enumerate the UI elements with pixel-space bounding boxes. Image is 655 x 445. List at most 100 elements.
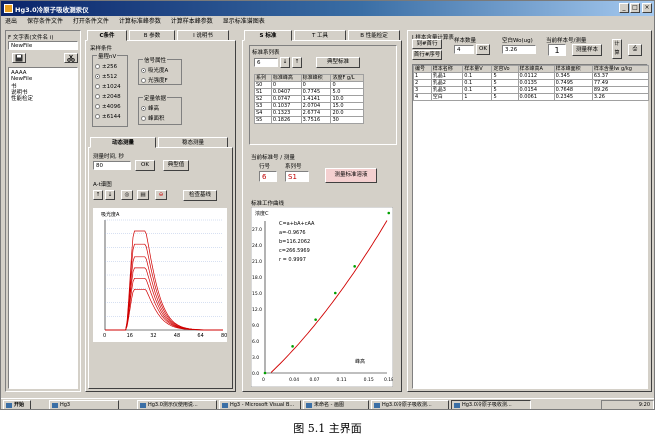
row-number-input[interactable]: 6 — [259, 171, 277, 182]
menu-calc-standard[interactable]: 计算标准峰参数 — [119, 18, 161, 25]
table-cell[interactable]: S5 — [254, 116, 272, 124]
table-cell[interactable]: 0.0407 — [270, 88, 302, 96]
range-option[interactable]: ±1024 — [95, 84, 121, 90]
range-option[interactable]: ±256 — [95, 64, 117, 70]
quant-option[interactable]: 峰高 — [141, 104, 159, 112]
table-cell[interactable]: 0.1 — [462, 86, 493, 94]
first-row-number-button[interactable]: 首行#序号 — [412, 50, 442, 60]
table-cell[interactable]: 30 — [330, 116, 364, 124]
taskbar-item[interactable]: 未命名 - 画图 — [303, 400, 369, 409]
menu-show-standard-chart[interactable]: 显示标准谱图表 — [223, 18, 265, 25]
taskbar-item[interactable]: Hg3 - Microsoft Visual B... — [219, 400, 301, 409]
taskbar-item[interactable]: Hg3.0冷原子吸收测... — [371, 400, 449, 409]
table-cell[interactable]: 乳晶2 — [430, 79, 464, 87]
print-button[interactable]: ⎙ — [628, 44, 642, 56]
table-cell[interactable]: 0.345 — [553, 72, 593, 80]
cut-file-button[interactable] — [64, 53, 78, 63]
table-row[interactable]: 2 乳晶2 0.1 5 0.0135 0.7495 77.49 — [413, 79, 650, 87]
table-cell[interactable]: 5.0 — [330, 88, 364, 96]
table-cell[interactable]: 63.37 — [591, 72, 650, 80]
table-cell[interactable]: S3 — [254, 102, 272, 110]
table-cell[interactable]: 5 — [491, 79, 519, 87]
blank-input[interactable]: 3.26 — [502, 45, 536, 54]
sample-count-input[interactable]: 4 — [454, 45, 474, 54]
table-cell[interactable]: 2.6774 — [300, 109, 332, 117]
table-cell[interactable]: 乳晶3 — [430, 86, 464, 94]
taskbar-item-active[interactable]: Hg3.0冷原子吸收测... — [451, 400, 531, 409]
target-button[interactable]: ◎ — [121, 190, 133, 200]
table-cell[interactable]: 0.0747 — [270, 95, 302, 103]
table-row[interactable]: S0 0 0 0 — [254, 81, 364, 89]
table-cell[interactable]: 0.0061 — [517, 93, 555, 101]
time-typical-button[interactable]: 典型值 — [163, 160, 189, 171]
table-cell[interactable]: 0 — [270, 81, 302, 89]
sample-count-ok-button[interactable]: OK — [476, 44, 490, 55]
table-cell[interactable]: 0.7648 — [553, 86, 593, 94]
series-number-input[interactable]: S1 — [285, 171, 309, 182]
table-cell[interactable]: 乳晶1 — [430, 72, 464, 80]
save-file-button[interactable] — [12, 53, 26, 63]
close-button[interactable]: × — [642, 3, 652, 13]
table-cell[interactable]: 89.26 — [591, 86, 650, 94]
tab-conditions[interactable]: C条件 — [87, 30, 127, 41]
count-up-button[interactable]: ↑ — [292, 57, 302, 68]
signal-option[interactable]: 光强度F — [141, 76, 168, 84]
table-cell[interactable]: 20.0 — [330, 109, 364, 117]
range-option[interactable]: ±2048 — [95, 94, 121, 100]
to-first-row-button[interactable]: 到#首行 — [412, 39, 442, 49]
table-cell[interactable]: 77.49 — [591, 79, 650, 87]
start-button[interactable]: 开始 — [3, 400, 31, 409]
taskbar-item[interactable]: Hg3 — [49, 400, 119, 409]
stop-button[interactable]: ⊖ — [155, 190, 167, 200]
table-row[interactable]: 1 乳晶1 0.1 5 0.0112 0.345 63.37 — [413, 72, 650, 80]
table-cell[interactable]: 1 — [462, 93, 493, 101]
check-baseline-button[interactable]: 检查基线 — [183, 190, 217, 201]
file-name-input[interactable]: NewFile — [8, 41, 78, 50]
table-cell[interactable]: S1 — [254, 88, 272, 96]
title-bar[interactable]: Hg3.0冷原子吸收测汞仪 _ □ × — [1, 1, 654, 16]
table-cell[interactable]: 0 — [330, 81, 364, 89]
signal-option[interactable]: 吸光度A — [141, 66, 168, 74]
measure-sample-button[interactable]: 测量样本 — [572, 44, 602, 56]
quant-option[interactable]: 峰面积 — [141, 114, 165, 122]
range-option[interactable]: ±512 — [95, 74, 117, 80]
typical-standard-button[interactable]: 典型标准 — [316, 57, 360, 68]
menu-open-condition[interactable]: 打开条件文件 — [73, 18, 109, 25]
minimize-button[interactable]: _ — [619, 3, 629, 13]
time-ok-button[interactable]: OK — [135, 160, 155, 171]
standard-count-input[interactable]: 6 — [254, 58, 278, 67]
table-row[interactable]: S1 0.0407 0.7745 5.0 — [254, 88, 364, 96]
taskbar-item[interactable]: Hg3.0测示仪使用说... — [137, 400, 217, 409]
menu-exit[interactable]: 退出 — [5, 18, 17, 25]
table-cell[interactable]: 3.26 — [591, 93, 650, 101]
tab-standard[interactable]: S 标准 — [244, 30, 292, 41]
down-arrow-button[interactable]: ↓ — [105, 190, 115, 200]
table-cell[interactable]: 5 — [491, 86, 519, 94]
table-cell[interactable]: 0.1037 — [270, 102, 302, 110]
menu-calc-sample[interactable]: 计算样本峰参数 — [171, 18, 213, 25]
table-row[interactable]: S5 0.1826 3.7516 30 — [254, 116, 364, 124]
table-cell[interactable]: 0.0135 — [517, 79, 555, 87]
table-cell[interactable]: 3.7516 — [300, 116, 332, 124]
table-cell[interactable]: 0.1826 — [270, 116, 302, 124]
table-cell[interactable]: 3 — [413, 86, 432, 94]
range-option[interactable]: ±6144 — [95, 114, 121, 120]
chart-view-button[interactable]: ▤ — [137, 190, 149, 200]
table-cell[interactable]: 0.7495 — [553, 79, 593, 87]
list-item[interactable]: 性能检定 — [11, 94, 33, 102]
measure-standard-button[interactable]: 测量标准溶液 — [325, 168, 377, 183]
table-row[interactable]: 3 乳晶3 0.1 5 0.0154 0.7648 89.26 — [413, 86, 650, 94]
table-cell[interactable]: 2.0704 — [300, 102, 332, 110]
count-down-button[interactable]: ↓ — [280, 57, 290, 68]
maximize-button[interactable]: □ — [630, 3, 640, 13]
table-cell[interactable]: 0.0154 — [517, 86, 555, 94]
table-cell[interactable]: 空白 — [430, 93, 464, 101]
table-cell[interactable]: 1.4141 — [300, 95, 332, 103]
menu-save-condition[interactable]: 保存条件文件 — [27, 18, 63, 25]
table-cell[interactable]: 0.2345 — [553, 93, 593, 101]
table-cell[interactable]: 5 — [491, 72, 519, 80]
table-cell[interactable]: 0.1 — [462, 72, 493, 80]
table-cell[interactable]: 0.1 — [462, 79, 493, 87]
table-cell[interactable]: 0.1323 — [270, 109, 302, 117]
table-row[interactable]: S2 0.0747 1.4141 10.0 — [254, 95, 364, 103]
